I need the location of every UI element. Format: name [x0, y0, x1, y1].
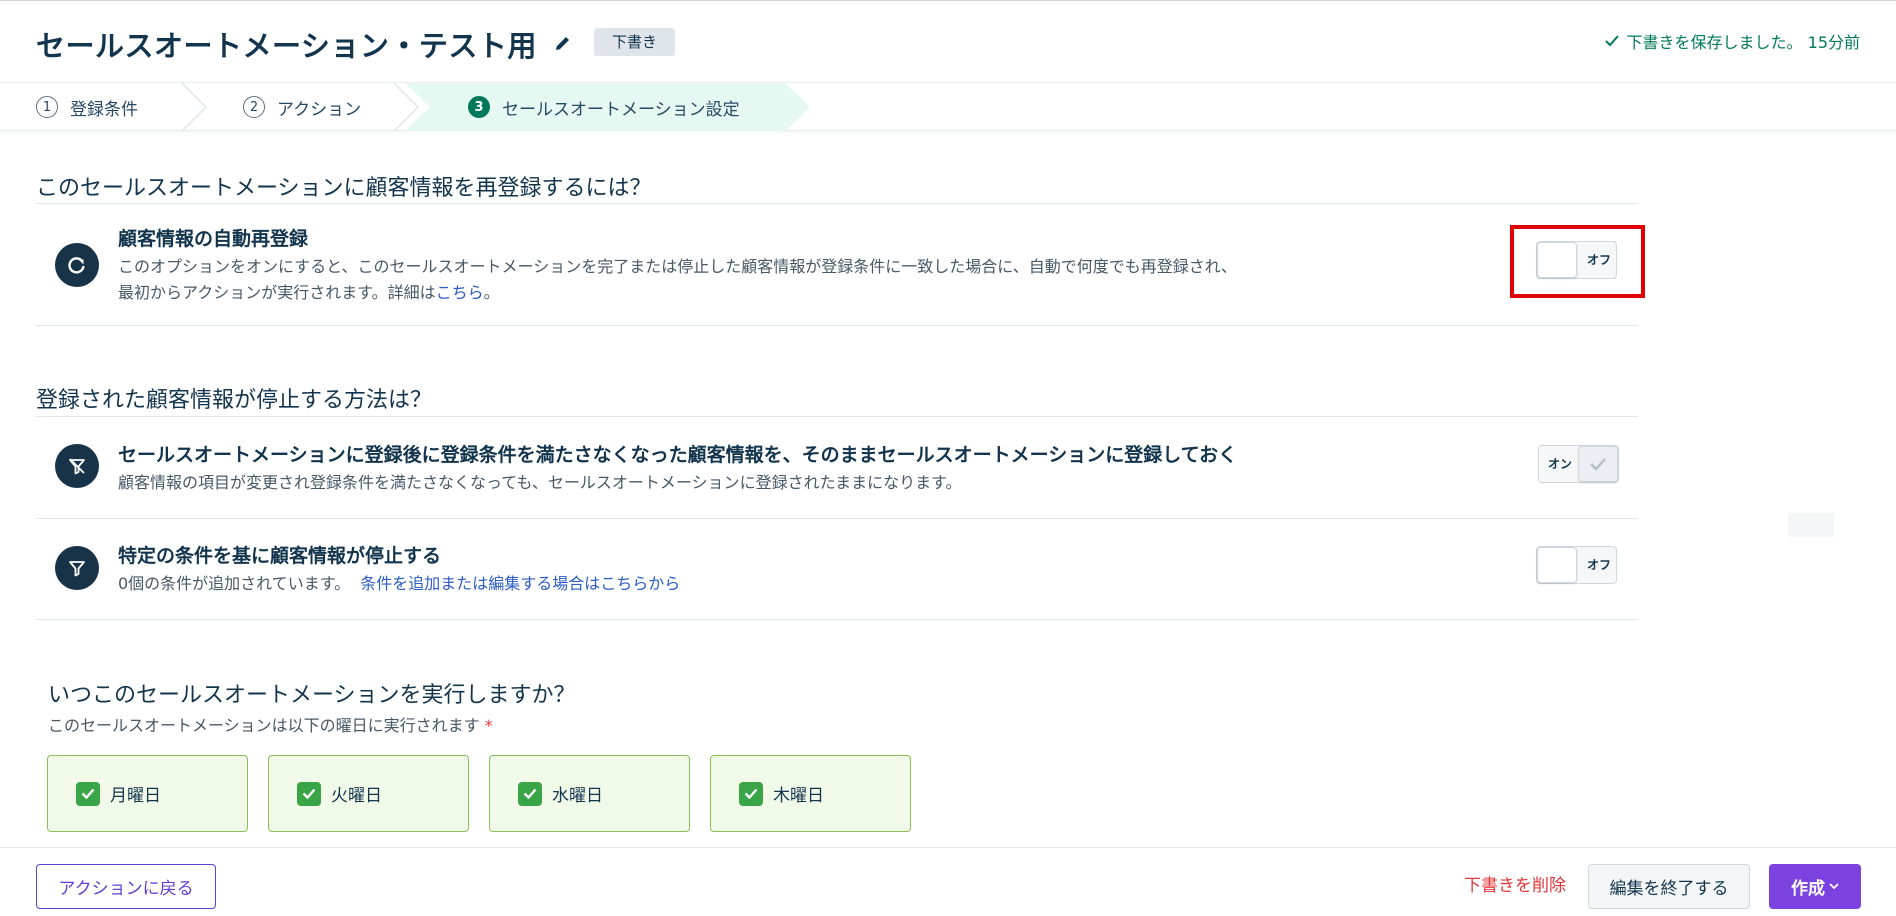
refresh-icon [55, 243, 99, 287]
day-checkbox-wednesday[interactable]: 水曜日 [489, 755, 690, 832]
divider [36, 203, 1638, 204]
description-line: このオプションをオンにすると、このセールスオートメーションを完了または停止した顧… [118, 257, 1237, 276]
divider [36, 416, 1638, 417]
create-label: 作成 [1791, 879, 1825, 899]
toggle-label: オン [1548, 457, 1573, 471]
day-checkbox-thursday[interactable]: 木曜日 [710, 755, 911, 832]
back-to-actions-button[interactable]: アクションに戻る [36, 864, 216, 909]
day-label: 水曜日 [552, 786, 603, 806]
stop-option2-title: 特定の条件を基に顧客情報が停止する [118, 545, 442, 567]
footer-bar: アクションに戻る 下書きを削除 編集を終了する 作成 [0, 847, 1896, 916]
step-label: セールスオートメーション設定 [502, 99, 740, 120]
status-badge: 下書き [594, 28, 676, 56]
day-label: 木曜日 [773, 786, 824, 806]
step-automation-settings[interactable]: 3 セールスオートメーション設定 [468, 83, 740, 131]
page-header: セールスオートメーション・テスト用 下書き 下書きを保存しました。 15分前 [0, 1, 1896, 83]
step-separator [181, 83, 208, 131]
keep-enrolled-toggle[interactable]: オン [1538, 445, 1619, 483]
toggle-knob [1537, 547, 1577, 583]
step-number: 2 [243, 96, 265, 118]
check-icon [1590, 458, 1606, 471]
end-editing-button[interactable]: 編集を終了する [1588, 864, 1750, 909]
details-link[interactable]: こちら [436, 283, 484, 302]
reenroll-description: このオプションをオンにすると、このセールスオートメーションを完了または停止した顧… [118, 254, 1237, 306]
stop-heading: 登録された顧客情報が停止する方法は？ [36, 388, 433, 413]
chevron-down-icon [1829, 883, 1839, 890]
sublabel-text: このセールスオートメーションは以下の曜日に実行されます [48, 716, 480, 735]
description-text: 。 [483, 283, 500, 302]
reenroll-heading: このセールスオートメーションに顧客情報を再登録するには？ [36, 176, 652, 201]
checkbox-checked-icon [297, 781, 321, 806]
save-status-text: 下書きを保存しました。 15分前 [1626, 33, 1860, 52]
toggle-knob [1578, 446, 1618, 482]
create-button[interactable]: 作成 [1769, 864, 1861, 909]
stop-conditions-toggle[interactable]: オフ [1536, 546, 1617, 584]
day-checkbox-tuesday[interactable]: 火曜日 [268, 755, 469, 832]
day-label: 月曜日 [110, 786, 161, 806]
stop-option1-description: 顧客情報の項目が変更され登録条件を満たさなくなっても、セールスオートメーションに… [118, 473, 962, 492]
delete-draft-button[interactable]: 下書きを削除 [1464, 864, 1566, 909]
pencil-icon[interactable] [553, 33, 573, 53]
edit-conditions-link[interactable]: 条件を追加または編集する場合はこちらから [360, 574, 680, 593]
wizard-stepper: 1 登録条件 2 アクション 3 セールスオートメーション設定 [0, 83, 1896, 131]
step-separator [393, 83, 420, 131]
step-label: 登録条件 [70, 99, 138, 120]
checkbox-checked-icon [739, 781, 763, 806]
toggle-label: オフ [1587, 558, 1612, 572]
filter-icon [55, 546, 99, 590]
step-number: 3 [468, 96, 490, 118]
faded-element [1788, 513, 1834, 537]
divider [36, 619, 1638, 620]
description-text: 最初からアクションが実行されます。詳細は [118, 283, 436, 302]
step-number: 1 [36, 96, 58, 118]
required-mark: * [484, 716, 493, 735]
step-label: アクション [277, 99, 362, 120]
stop-option2-description: 0個の条件が追加されています。 条件を追加または編集する場合はこちらから [118, 571, 680, 597]
stop-option1-title: セールスオートメーションに登録後に登録条件を満たさなくなった顧客情報を、そのまま… [118, 444, 1238, 466]
divider [36, 518, 1638, 519]
highlight-box [1510, 225, 1645, 298]
description-text: 0個の条件が追加されています。 [118, 574, 351, 593]
divider [36, 325, 1638, 326]
step-actions[interactable]: 2 アクション [243, 83, 361, 131]
day-checkbox-monday[interactable]: 月曜日 [47, 755, 248, 832]
schedule-heading: いつこのセールスオートメーションを実行しますか？ [48, 683, 576, 708]
checkbox-checked-icon [76, 781, 100, 806]
schedule-sublabel: このセールスオートメーションは以下の曜日に実行されます * [48, 712, 493, 736]
save-status: 下書きを保存しました。 15分前 [1604, 29, 1860, 53]
check-icon [1604, 35, 1619, 47]
reenroll-title: 顧客情報の自動再登録 [118, 228, 309, 250]
day-label: 火曜日 [331, 786, 382, 806]
filter-off-icon [55, 444, 99, 488]
description-line: 最初からアクションが実行されます。詳細はこちら。 [118, 280, 1237, 306]
page-title: セールスオートメーション・テスト用 [36, 29, 537, 63]
step-enrollment-conditions[interactable]: 1 登録条件 [36, 83, 138, 131]
checkbox-checked-icon [518, 781, 542, 806]
